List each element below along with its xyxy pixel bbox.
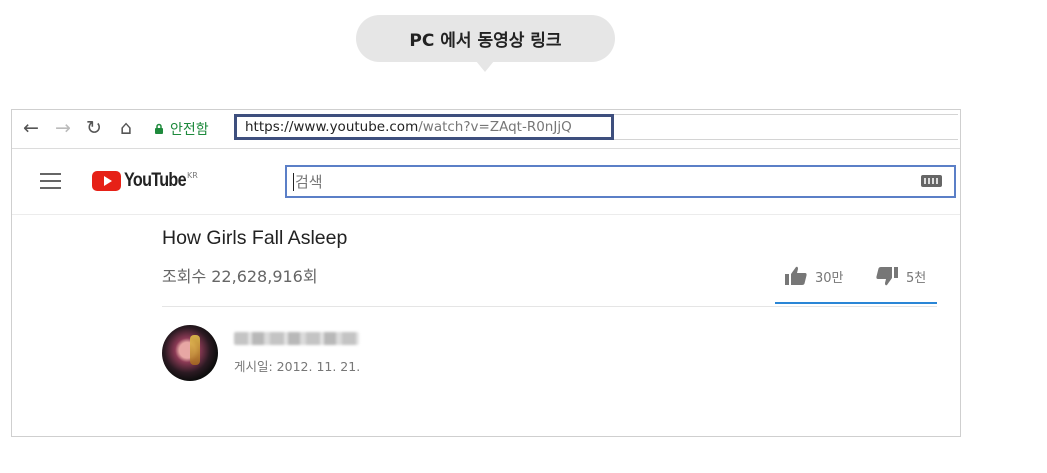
dislike-count: 5천 — [906, 270, 927, 286]
reload-button[interactable]: ↻ — [83, 117, 105, 139]
divider — [162, 306, 937, 307]
address-bar[interactable]: https://www.youtube.com/watch?v=ZAqt-R0n… — [234, 114, 614, 140]
callout-text: PC 에서 동영상 링크 — [409, 31, 562, 51]
forward-button[interactable]: → — [52, 117, 74, 139]
url-path: /watch?v=ZAqt-R0nJjQ — [418, 119, 572, 135]
browser-toolbar: ← → ↻ ⌂ 안전함 https://www.youtube.com/watc… — [12, 110, 960, 149]
thumbs-down-icon — [876, 267, 898, 286]
publish-date: 게시일: 2012. 11. 21. — [234, 359, 361, 374]
dislike-button[interactable]: 5천 — [876, 266, 926, 286]
back-button[interactable]: ← — [20, 117, 42, 139]
search-input[interactable]: 검색 — [285, 165, 956, 198]
search-placeholder: 검색 — [295, 173, 323, 191]
youtube-logo[interactable]: YouTube — [92, 170, 197, 192]
menu-icon[interactable] — [40, 173, 61, 189]
lock-icon — [155, 123, 163, 134]
callout-tail — [476, 61, 494, 72]
youtube-logo-text: YouTube — [124, 170, 187, 191]
view-count: 조회수 22,628,916회 — [162, 267, 318, 286]
youtube-play-icon — [92, 171, 121, 191]
text-caret — [293, 172, 294, 191]
url-origin: https://www.youtube.com — [245, 119, 419, 135]
keyboard-icon[interactable] — [921, 175, 942, 187]
like-count: 30만 — [815, 270, 844, 286]
thumbs-up-icon — [785, 266, 807, 285]
video-title: How Girls Fall Asleep — [162, 227, 348, 249]
like-ratio-bar — [775, 302, 937, 304]
youtube-header: YouTube KR 검색 — [12, 150, 960, 215]
like-button[interactable]: 30만 — [785, 266, 844, 286]
channel-name-blurred[interactable] — [234, 332, 359, 345]
browser-window: ← → ↻ ⌂ 안전함 https://www.youtube.com/watc… — [11, 109, 961, 437]
security-label: 안전함 — [170, 122, 209, 138]
country-code: KR — [187, 171, 198, 180]
callout-bubble: PC 에서 동영상 링크 — [356, 15, 615, 62]
address-bar-extension[interactable] — [614, 114, 958, 140]
avatar[interactable] — [162, 325, 218, 381]
home-button[interactable]: ⌂ — [115, 117, 137, 139]
security-indicator[interactable]: 안전함 — [154, 118, 209, 140]
